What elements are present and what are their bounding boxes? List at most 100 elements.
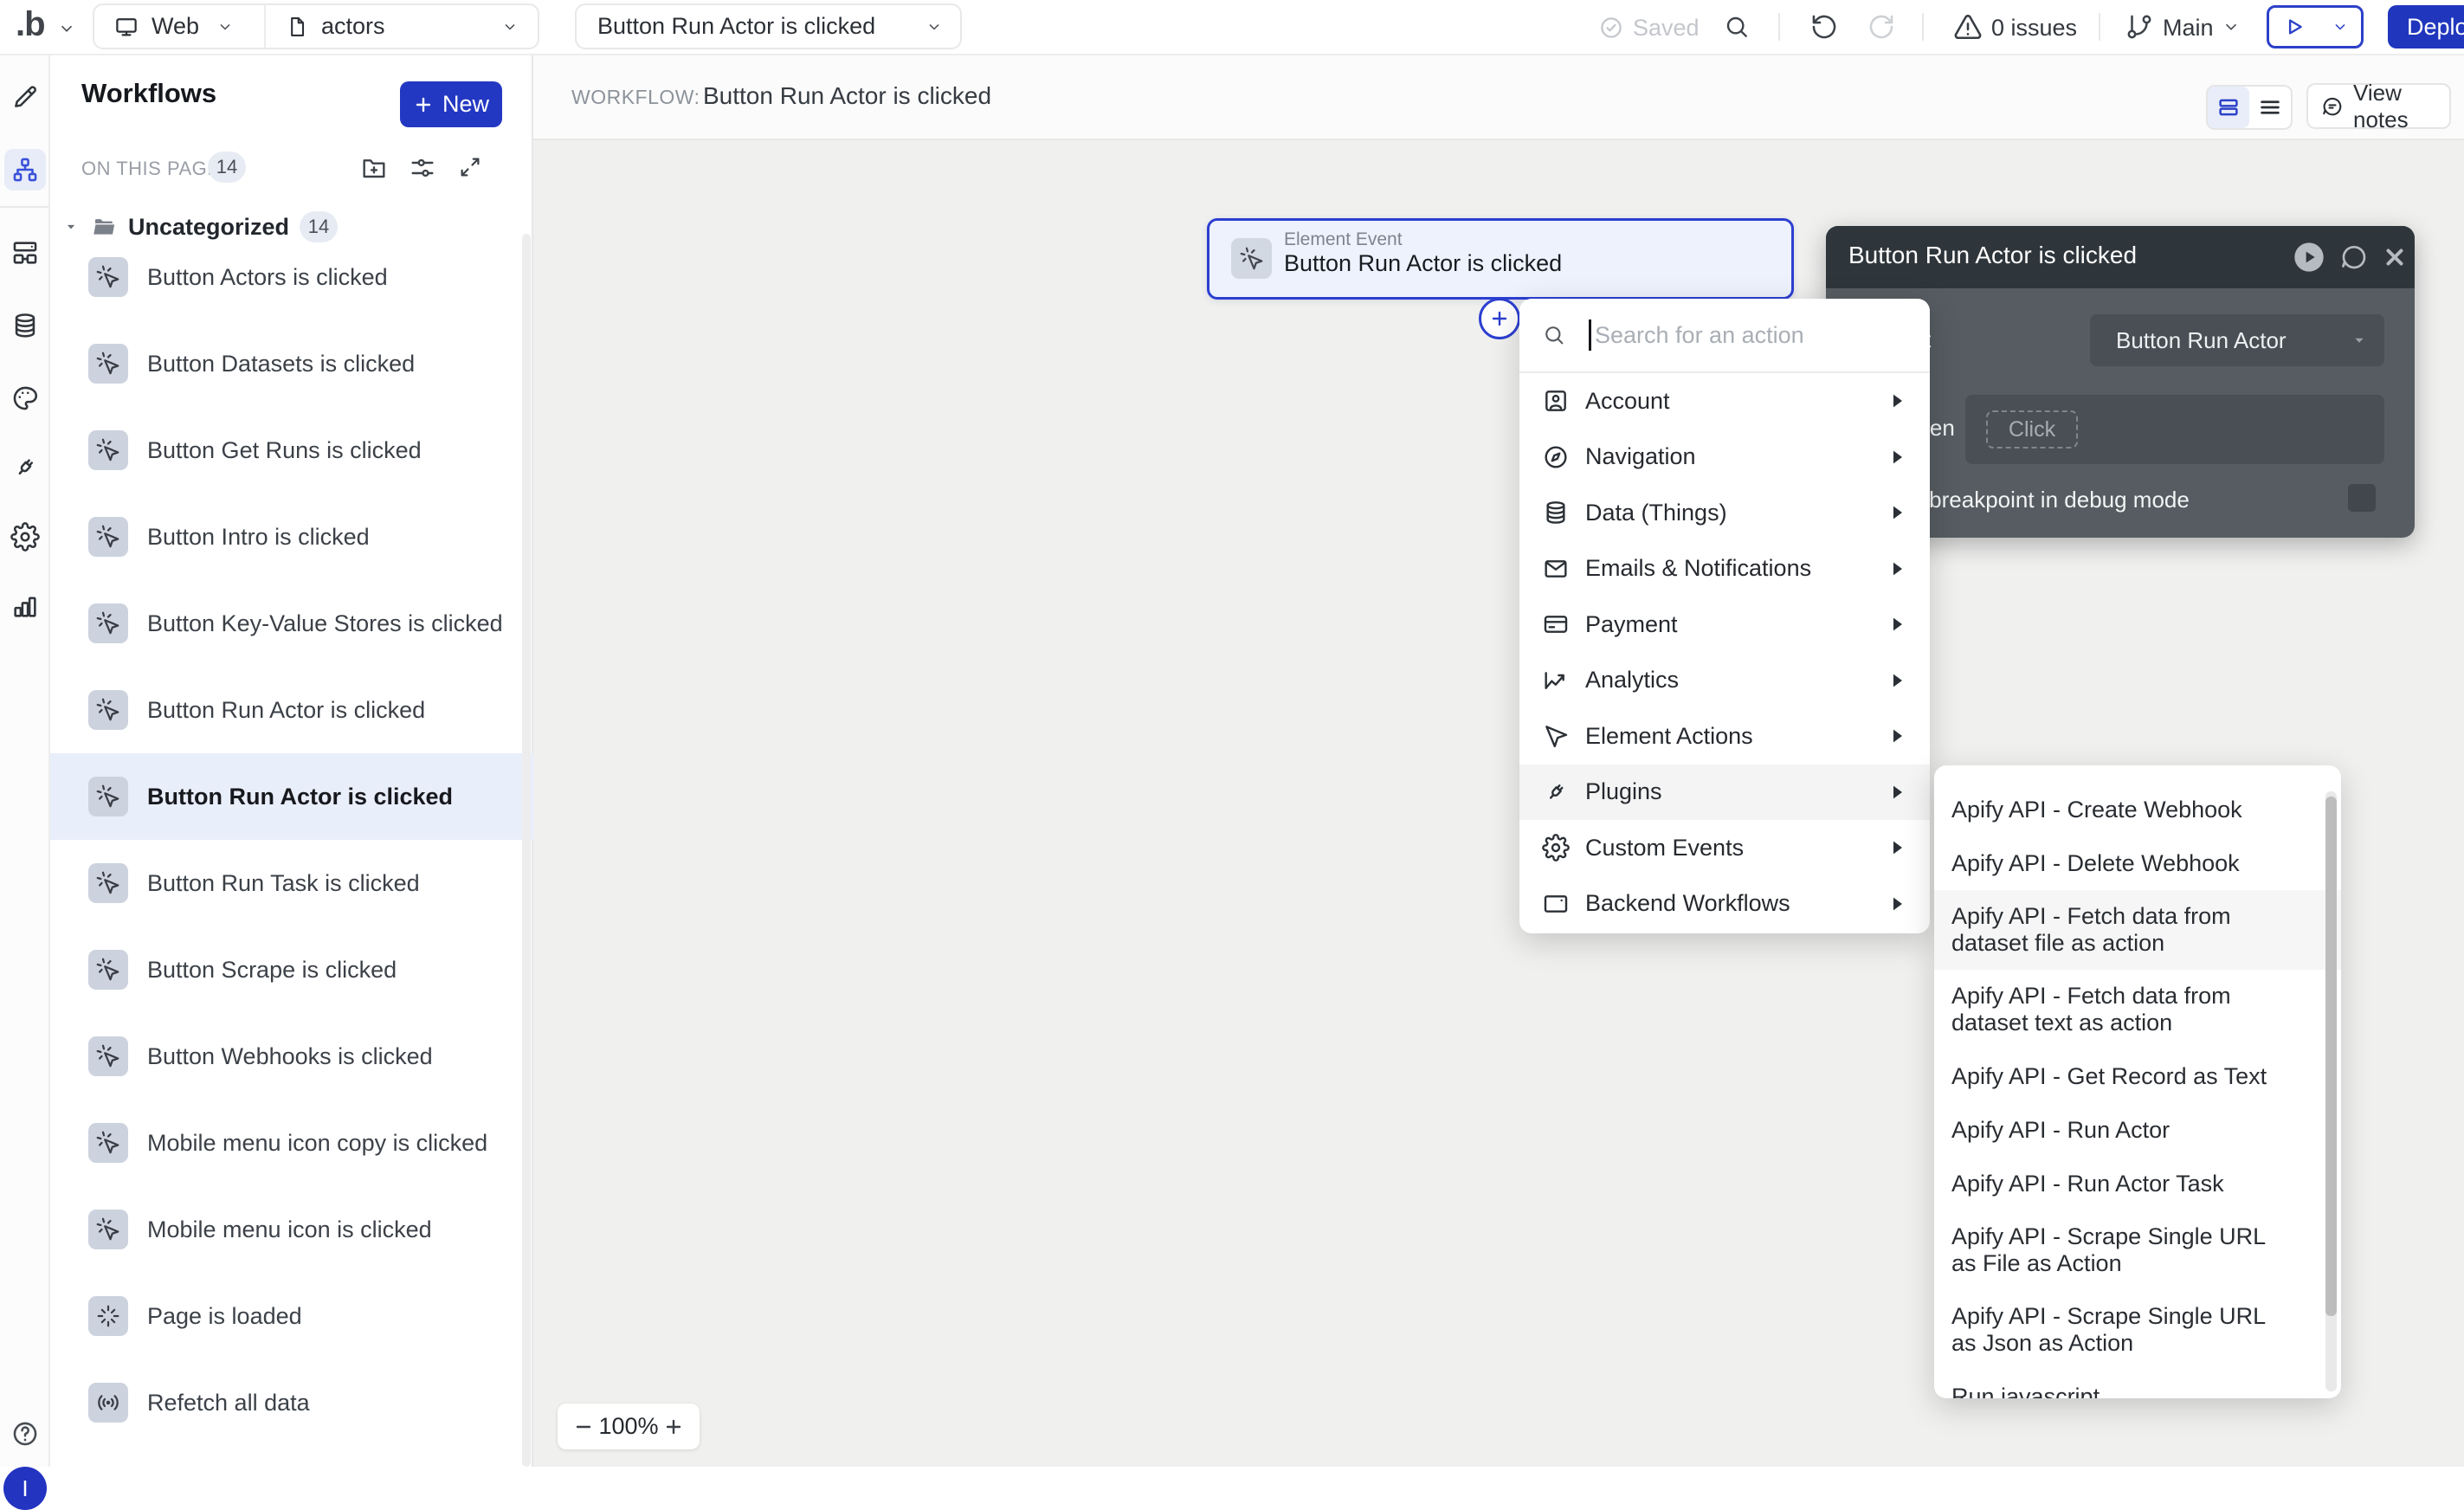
property-panel-header[interactable]: Button Run Actor is clicked <box>1826 226 2415 288</box>
deploy-button[interactable]: Deploy <box>2388 5 2464 48</box>
plugin-action-item[interactable]: Run javascript <box>1934 1370 2341 1398</box>
cursor-click-icon <box>88 1123 128 1163</box>
platform-dropdown[interactable]: Web <box>94 13 264 40</box>
action-search-field[interactable]: Search for an action <box>1519 299 1930 373</box>
workflow-list-item[interactable]: Button Run Task is clicked <box>50 840 533 926</box>
submenu-arrow-icon <box>1883 610 1911 638</box>
event-node[interactable]: Element Event Button Run Actor is clicke… <box>1207 218 1794 300</box>
view-notes-button[interactable]: View notes <box>2306 83 2451 129</box>
new-workflow-button[interactable]: New <box>400 81 502 127</box>
rail-item-plugins[interactable] <box>10 453 40 482</box>
workflow-list-item[interactable]: Button Datasets is clicked <box>50 320 533 407</box>
rail-item-styles[interactable] <box>10 384 40 413</box>
issues-counter[interactable]: 0 issues <box>1991 15 2077 42</box>
workflow-list-item[interactable]: Button Intro is clicked <box>50 494 533 580</box>
plugin-action-item[interactable]: Apify API - Create Webhook <box>1934 783 2341 836</box>
plugins-submenu: Apify API - Create Webhook Apify API - D… <box>1934 765 2341 1398</box>
workflow-item-label: Button Run Task is clicked <box>147 870 420 897</box>
action-category-element-actions[interactable]: Element Actions <box>1519 708 1930 765</box>
plugin-action-label: Apify API - Scrape Single URL as Json as… <box>1951 1303 2286 1357</box>
submenu-scrollbar-thumb[interactable] <box>2325 797 2337 1316</box>
rail-item-workflows[interactable] <box>10 155 40 184</box>
workflow-selector-dropdown[interactable]: Button Run Actor is clicked <box>575 3 962 49</box>
cursor-click-icon <box>88 257 128 297</box>
rail-item-responsive[interactable] <box>10 238 40 268</box>
workflow-item-label: Button Datasets is clicked <box>147 351 415 378</box>
plugin-action-item[interactable]: Apify API - Run Actor Task <box>1934 1157 2341 1210</box>
folder-plus-icon[interactable] <box>360 154 388 182</box>
breakpoint-checkbox[interactable] <box>2348 484 2376 512</box>
plugin-action-item[interactable]: Apify API - Scrape Single URL as File as… <box>1934 1210 2341 1290</box>
action-category-custom-events[interactable]: Custom Events <box>1519 820 1930 876</box>
action-category-data-things-[interactable]: Data (Things) <box>1519 485 1930 541</box>
caret-down-icon[interactable] <box>62 218 80 236</box>
element-dropdown[interactable]: Button Run Actor <box>2090 314 2384 366</box>
submenu-arrow-icon <box>1883 667 1911 694</box>
action-category-backend-workflows[interactable]: Backend Workflows <box>1519 876 1930 932</box>
search-placeholder: Search for an action <box>1595 322 1804 349</box>
rail-item-settings[interactable] <box>10 522 40 552</box>
workflow-list-item[interactable]: Button Run Actor is clicked <box>50 753 533 840</box>
workflow-list-item[interactable]: Page is loaded <box>50 1273 533 1359</box>
undo-icon[interactable] <box>1809 12 1839 42</box>
monitor-icon <box>113 14 139 40</box>
list-view-button[interactable] <box>2249 87 2291 128</box>
rail-item-logs[interactable] <box>10 591 40 621</box>
cursor-click-icon <box>88 430 128 470</box>
plugin-action-item[interactable]: Apify API - Run Actor <box>1934 1103 2341 1157</box>
action-category-plugins[interactable]: Plugins <box>1519 765 1930 821</box>
node-title: Button Run Actor is clicked <box>1284 250 1562 277</box>
workflow-list-item[interactable]: Button Get Runs is clicked <box>50 407 533 494</box>
chevron-down-icon[interactable] <box>2222 17 2241 36</box>
action-category-analytics[interactable]: Analytics <box>1519 653 1930 709</box>
workflow-list-item[interactable]: Refetch all data <box>50 1359 533 1446</box>
action-category-payment[interactable]: Payment <box>1519 597 1930 653</box>
run-play-icon[interactable] <box>2292 240 2326 274</box>
action-category-navigation[interactable]: Navigation <box>1519 429 1930 486</box>
workflow-list-item[interactable]: Mobile menu icon is clicked <box>50 1186 533 1273</box>
divider <box>1778 13 1780 41</box>
comment-bubble-icon[interactable] <box>2338 242 2370 273</box>
workflow-list-item[interactable]: Button Scrape is clicked <box>50 926 533 1013</box>
card-view-button[interactable] <box>2208 87 2249 128</box>
cursor-click-icon <box>88 603 128 643</box>
help-icon[interactable] <box>10 1419 40 1449</box>
zoom-in-icon[interactable] <box>663 1416 684 1437</box>
workflow-list-item[interactable]: Button Webhooks is clicked <box>50 1013 533 1100</box>
panel-scrollbar[interactable] <box>522 234 531 1467</box>
workflow-list-item[interactable]: Mobile menu icon copy is clicked <box>50 1100 533 1186</box>
workflow-list-item[interactable]: Button Run Actor is clicked <box>50 667 533 753</box>
filter-sliders-icon[interactable] <box>409 154 436 182</box>
rail-item-design[interactable] <box>10 82 40 112</box>
plugin-action-item[interactable]: Apify API - Fetch data from dataset file… <box>1934 890 2341 970</box>
plugin-action-item[interactable]: Apify API - Delete Webhook <box>1934 836 2341 890</box>
click-placeholder-chip[interactable]: Click <box>1986 410 2078 448</box>
chip-text: Click <box>2009 417 2055 442</box>
close-icon[interactable] <box>2382 244 2408 270</box>
rail-item-data[interactable] <box>10 311 40 340</box>
submenu-arrow-icon <box>1883 834 1911 861</box>
user-avatar[interactable]: I <box>3 1467 47 1510</box>
chevron-down-icon[interactable] <box>57 19 76 38</box>
only-when-input[interactable]: Click <box>1965 395 2384 464</box>
bubble-logo[interactable]: .b <box>16 5 45 44</box>
page-dropdown[interactable]: actors <box>266 13 538 40</box>
redo-icon[interactable] <box>1867 12 1896 42</box>
action-category-account[interactable]: Account <box>1519 373 1930 429</box>
zoom-level: 100% <box>598 1413 658 1440</box>
expand-icon[interactable] <box>457 154 483 180</box>
plugin-action-item[interactable]: Apify API - Fetch data from dataset text… <box>1934 970 2341 1049</box>
add-action-button[interactable] <box>1479 298 1520 339</box>
category-label: Account <box>1585 388 1883 415</box>
action-category-emails-notifications[interactable]: Emails & Notifications <box>1519 541 1930 597</box>
search-icon[interactable] <box>1723 13 1751 41</box>
zoom-out-icon[interactable] <box>573 1416 594 1437</box>
workflow-list-item[interactable]: Button Actors is clicked <box>50 234 533 320</box>
plugin-action-item[interactable]: Apify API - Get Record as Text <box>1934 1049 2341 1103</box>
top-toolbar: .b Web actors Button Run Actor is clicke… <box>0 0 2464 55</box>
workflow-list-item[interactable]: Button Key-Value Stores is clicked <box>50 580 533 667</box>
chevron-down-icon <box>2332 18 2349 35</box>
preview-button[interactable] <box>2267 5 2364 48</box>
branch-label[interactable]: Main <box>2163 15 2214 42</box>
plugin-action-item[interactable]: Apify API - Scrape Single URL as Json as… <box>1934 1290 2341 1370</box>
